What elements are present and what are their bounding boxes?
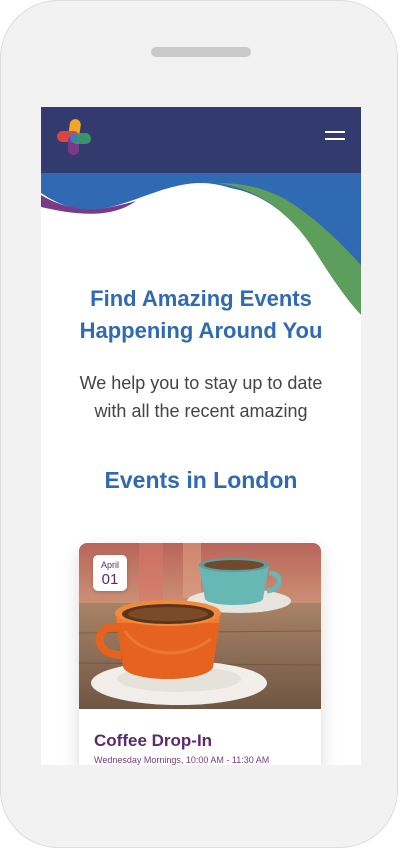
top-navbar	[41, 107, 361, 173]
phone-frame: Find Amazing Events Happening Around You…	[0, 0, 398, 848]
event-date-month: April	[100, 560, 119, 570]
event-date-badge: April 01	[93, 555, 127, 591]
colorful-cross-logo-icon[interactable]	[53, 117, 95, 159]
hero-headline-line2: Happening Around You	[79, 318, 323, 343]
hero-headline: Find Amazing Events Happening Around You	[41, 283, 361, 347]
events-section-title: Events in London	[104, 467, 298, 493]
hero-headline-line1: Find Amazing Events	[90, 286, 312, 311]
hamburger-menu-icon[interactable]	[325, 129, 347, 145]
phone-speaker	[151, 47, 251, 57]
event-title: Coffee Drop-In	[94, 731, 213, 750]
event-time: Wednesday Mornings, 10:00 AM - 11:30 AM	[94, 755, 270, 765]
event-date-day: 01	[101, 571, 119, 588]
hero-subtext: We help you to stay up to date with all …	[61, 369, 341, 425]
hero-subtext-line1: We help you to stay up to date	[79, 373, 323, 393]
hero-subtext-line2: with all the recent amazing	[94, 401, 308, 421]
event-card[interactable]: April 01 Coffee Drop-In Wednesday Mornin…	[79, 543, 321, 765]
app-screen: Find Amazing Events Happening Around You…	[41, 107, 361, 765]
